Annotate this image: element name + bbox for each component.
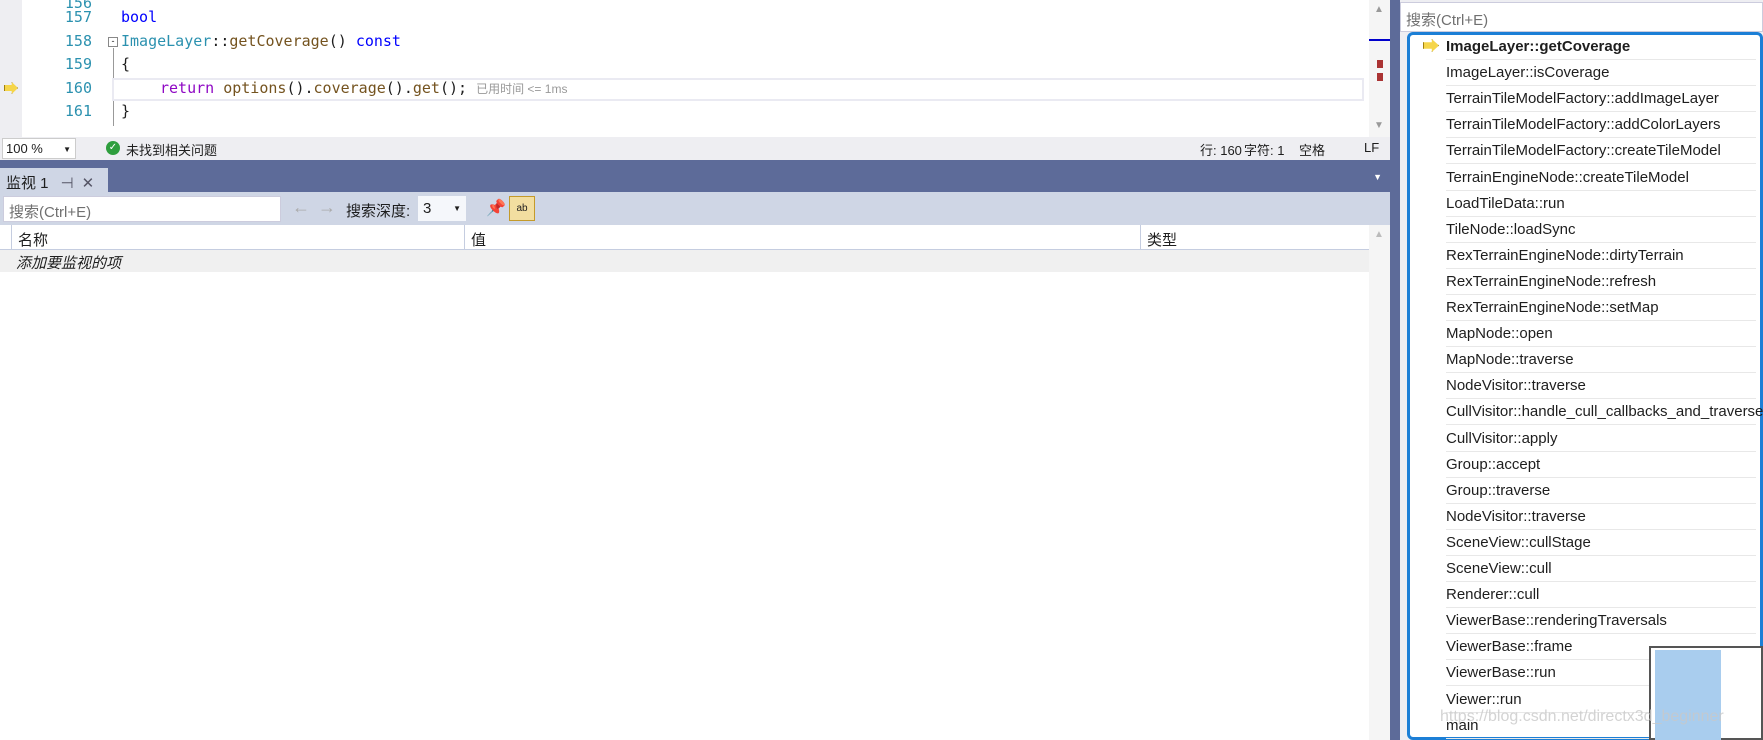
depth-label: 搜索深度: <box>346 203 411 220</box>
call-stack-frame[interactable]: NodeVisitor::traverse <box>1446 504 1756 530</box>
issues-status[interactable]: 未找到相关问题 <box>126 140 217 159</box>
forward-arrow-icon[interactable]: → <box>318 197 336 218</box>
line-number: 160 <box>64 79 92 97</box>
code-editor[interactable]: 156 157 158 159 160 161 - bool ImageLaye… <box>0 0 1390 137</box>
call-stack-frame[interactable]: RexTerrainEngineNode::refresh <box>1446 269 1756 295</box>
call-stack-frame[interactable]: Renderer::cull <box>1446 582 1756 609</box>
call-stack-frame[interactable]: ImageLayer::isCoverage <box>1446 60 1756 87</box>
call-stack-frame[interactable]: RexTerrainEngineNode::setMap <box>1446 295 1756 321</box>
eol-indicator[interactable]: LF <box>1364 140 1379 155</box>
line-number: 158 <box>64 32 92 50</box>
call-stack-frame[interactable]: MapNode::open <box>1446 321 1756 348</box>
line-number: 157 <box>64 8 92 26</box>
editor-status-bar: 100 % ▼ ✓ 未找到相关问题 行: 160 字符: 1 空格 LF <box>0 137 1390 160</box>
tab-watch-1[interactable]: 监视 1 ⊣ ✕ <box>0 168 108 192</box>
collapse-toggle[interactable]: - <box>108 37 118 47</box>
call-stack-frame[interactable]: SceneView::cullStage <box>1446 530 1756 556</box>
call-stack-frame[interactable]: ImageLayer::getCoverage <box>1446 34 1756 60</box>
zoom-dropdown[interactable]: 100 % ▼ <box>2 138 76 159</box>
watch-scrollbar[interactable]: ▲ <box>1369 225 1390 740</box>
watch-grid: ▲ 添加要监视的项 <box>0 225 1390 740</box>
call-stack-frame[interactable]: NodeVisitor::traverse <box>1446 373 1756 400</box>
call-stack-frame[interactable]: Group::traverse <box>1446 478 1756 504</box>
call-stack-frame[interactable]: LoadTileData::run <box>1446 191 1756 217</box>
call-stack-frame[interactable]: TerrainEngineNode::createTileModel <box>1446 165 1756 191</box>
add-watch-item[interactable]: 添加要监视的项 <box>16 252 121 273</box>
call-stack-frame[interactable]: RexTerrainEngineNode::dirtyTerrain <box>1446 243 1756 269</box>
editor-scrollbar[interactable]: ▲ ▼ <box>1369 0 1390 137</box>
call-stack-frame[interactable]: CullVisitor::handle_cull_callbacks_and_t… <box>1446 399 1763 426</box>
call-stack-frame[interactable]: SceneView::cull <box>1446 556 1756 582</box>
perf-tip: 已用时间 <= 1ms <box>476 82 568 96</box>
hex-display-toggle[interactable]: ab <box>509 196 535 221</box>
call-stack-frame[interactable]: TerrainTileModelFactory::addColorLayers <box>1446 112 1756 139</box>
indent-indicator[interactable]: 空格 <box>1299 140 1325 159</box>
code-line: } <box>121 102 131 120</box>
code-line: return options().coverage().get(); 已用时间 … <box>160 79 568 97</box>
current-frame-arrow-icon <box>1423 39 1439 52</box>
window-menu-chevron-icon[interactable]: ▼ <box>1373 172 1382 182</box>
pin-icon[interactable]: ⊣ <box>61 175 74 192</box>
call-stack-frame[interactable]: ViewerBase::renderingTraversals <box>1446 608 1756 635</box>
call-stack-frame[interactable]: CullVisitor::apply <box>1446 426 1756 452</box>
line-number: 159 <box>64 55 92 73</box>
code-line: { <box>121 55 131 73</box>
code-line: bool <box>121 8 158 26</box>
watch-search-input[interactable]: 搜索(Ctrl+E) <box>3 196 281 222</box>
column-name[interactable]: 名称 <box>11 225 464 250</box>
tool-window-tabstrip: ▼ <box>0 160 1390 192</box>
close-icon[interactable]: ✕ <box>82 175 95 192</box>
depth-dropdown[interactable]: 3 ▼ <box>418 196 466 221</box>
line-number: 161 <box>64 102 92 120</box>
check-icon: ✓ <box>106 141 120 155</box>
breakpoint-gutter[interactable] <box>0 0 22 137</box>
char-indicator: 字符: 1 <box>1244 143 1285 158</box>
column-type[interactable]: 类型 <box>1140 225 1369 250</box>
back-arrow-icon[interactable]: ← <box>292 197 310 218</box>
watch-column-header: 名称 值 类型 <box>0 225 1369 250</box>
call-stack-search-input[interactable]: 搜索(Ctrl+E) <box>1400 2 1763 32</box>
call-stack-frame[interactable]: TileNode::loadSync <box>1446 217 1756 243</box>
filter-pin-icon[interactable]: 📌 <box>486 198 506 218</box>
call-stack-frame[interactable]: TerrainTileModelFactory::addImageLayer <box>1446 86 1756 113</box>
call-stack-list: ImageLayer::getCoverage ImageLayer::isCov… <box>1407 32 1763 740</box>
call-stack-frame[interactable]: Group::accept <box>1446 452 1756 478</box>
call-stack-frame[interactable]: MapNode::traverse <box>1446 347 1756 374</box>
line-indicator: 行: 160 <box>1200 143 1242 158</box>
code-line: ImageLayer::getCoverage() const <box>121 32 401 50</box>
call-stack-frame[interactable]: TerrainTileModelFactory::createTileModel <box>1446 138 1756 165</box>
column-value[interactable]: 值 <box>464 225 1140 250</box>
watermark: https://blog.csdn.net/directx3d_beginner <box>1440 708 1724 725</box>
